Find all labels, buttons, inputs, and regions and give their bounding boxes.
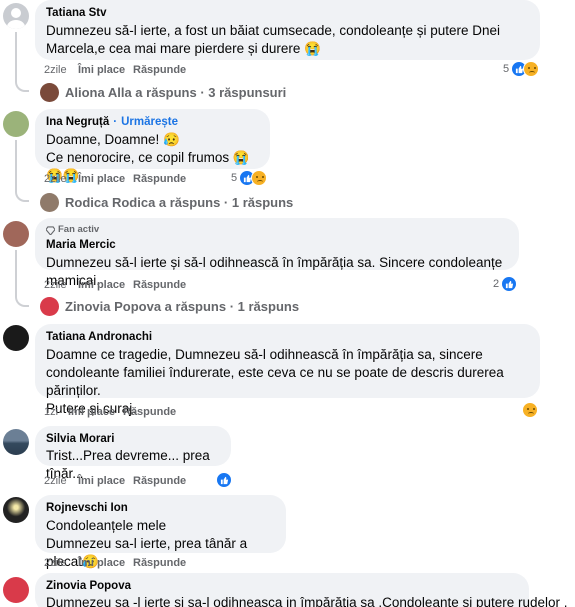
reaction-summary[interactable]: 5: [503, 61, 540, 77]
reaction-count: 2: [493, 278, 500, 290]
comment-author[interactable]: Tatiana Stv: [46, 6, 529, 20]
like-button[interactable]: Îmi place: [78, 64, 133, 76]
like-reaction-icon: [501, 276, 518, 292]
avatar[interactable]: [3, 111, 29, 137]
default-avatar-icon: [7, 8, 25, 29]
thread-line: [15, 32, 17, 82]
thread-connector: [15, 291, 29, 307]
comment-bubble: Zinovia Popova Dumnezeu sa -l ierte și s…: [35, 573, 568, 607]
avatar: [40, 83, 59, 102]
reply-button[interactable]: Răspunde: [133, 557, 186, 569]
comment-actions: 2zile Îmi place Răspunde: [44, 173, 186, 185]
thread-connector: [15, 76, 29, 92]
comment-actions: 2zile Îmi place Răspunde: [44, 279, 186, 291]
comment-time[interactable]: 2zile: [44, 64, 78, 76]
comment-bubble: Rojnevschi Ion Condoleanțele mele Dumnez…: [35, 495, 286, 569]
avatar: [40, 297, 59, 316]
view-replies-link[interactable]: Zinovia Popova a răspuns · 1 răspuns: [40, 297, 299, 316]
comment-text: Dumnezeu să-l ierte, a fost un băiat cum…: [46, 23, 501, 56]
comment-time[interactable]: 2zile: [44, 173, 78, 185]
avatar[interactable]: [3, 221, 29, 247]
reaction-summary[interactable]: [522, 402, 538, 418]
comment-author[interactable]: Maria Mercic: [46, 238, 508, 252]
follow-link[interactable]: Urmărește: [121, 116, 178, 128]
avatar: [40, 193, 59, 212]
comment-text: Doamne, Doamne! 😥: [46, 132, 180, 147]
comment-author[interactable]: Silvia Morari: [46, 432, 220, 446]
comment-actions: 2zile Îmi place Răspunde: [44, 475, 186, 487]
comment-time[interactable]: 2zile: [44, 557, 78, 569]
reply-button[interactable]: Răspunde: [133, 475, 186, 487]
replies-summary: Aliona Alla a răspuns · 3 răspunsuri: [65, 85, 287, 100]
badge-label: Fan activ: [58, 224, 100, 235]
comment-bubble: Fan activ Maria Mercic Dumnezeu să-l ier…: [35, 218, 519, 288]
like-button[interactable]: Îmi place: [78, 475, 133, 487]
avatar[interactable]: [3, 429, 29, 455]
comment-text: Dumnezeu sa -l ierte și sa-l odihneasca …: [46, 595, 568, 607]
comment-time[interactable]: 2zile: [44, 279, 78, 291]
sad-reaction-icon: [523, 61, 540, 77]
reaction-summary[interactable]: [216, 472, 232, 488]
reply-button[interactable]: Răspunde: [133, 64, 186, 76]
comment-bubble: Silvia Morari Trist...Prea devreme... pr…: [35, 426, 231, 481]
comment-author[interactable]: Tatiana Andronachi: [46, 330, 529, 344]
avatar[interactable]: [3, 497, 29, 523]
sad-reaction-icon: [522, 402, 538, 418]
reaction-summary[interactable]: 2: [493, 276, 518, 292]
replies-summary: Zinovia Popova a răspuns · 1 răspuns: [65, 299, 300, 314]
like-button[interactable]: Îmi place: [78, 279, 133, 291]
reply-button[interactable]: Răspunde: [133, 279, 186, 291]
avatar[interactable]: [3, 3, 29, 29]
comment-bubble: Tatiana Stv Dumnezeu să-l ierte, a fost …: [35, 0, 540, 60]
like-button[interactable]: Îmi place: [68, 406, 123, 418]
replies-summary: Rodica Rodica a răspuns · 1 răspuns: [65, 195, 294, 210]
comment-time[interactable]: 2zile: [44, 475, 78, 487]
reply-button[interactable]: Răspunde: [123, 406, 176, 418]
comment-author[interactable]: Rojnevschi Ion: [46, 501, 275, 515]
comment-time[interactable]: 1zi: [44, 406, 68, 418]
comment-actions: 1zi Îmi place Răspunde: [44, 406, 176, 418]
thread-line: [15, 140, 17, 190]
comment-bubble: Tatiana Andronachi Doamne ce tragedie, D…: [35, 324, 540, 416]
avatar[interactable]: [3, 325, 29, 351]
sad-reaction-icon: [251, 170, 268, 186]
comment-author[interactable]: Zinovia Popova: [46, 579, 518, 593]
comment-actions: 2zile Îmi place Răspunde: [44, 64, 186, 76]
thread-line: [15, 250, 17, 296]
like-button[interactable]: Îmi place: [78, 557, 133, 569]
reaction-count: 5: [231, 172, 238, 184]
like-reaction-icon: [216, 472, 232, 488]
comment-author[interactable]: Ina Negruță · Urmărește: [46, 115, 259, 129]
reaction-count: 5: [503, 63, 510, 75]
author-name[interactable]: Ina Negruță: [46, 116, 109, 128]
avatar[interactable]: [3, 577, 29, 603]
like-button[interactable]: Îmi place: [78, 173, 133, 185]
view-replies-link[interactable]: Aliona Alla a răspuns · 3 răspunsuri: [40, 83, 286, 102]
comment-actions: 2zile Îmi place Răspunde: [44, 557, 186, 569]
reaction-summary[interactable]: 5: [231, 170, 268, 186]
fan-badge: Fan activ: [46, 224, 508, 236]
diamond-icon: [46, 225, 55, 235]
comment-bubble: Ina Negruță · Urmărește Doamne, Doamne! 😥 …: [35, 109, 270, 183]
view-replies-link[interactable]: Rodica Rodica a răspuns · 1 răspuns: [40, 193, 293, 212]
reply-button[interactable]: Răspunde: [133, 173, 186, 185]
thread-connector: [15, 186, 29, 202]
